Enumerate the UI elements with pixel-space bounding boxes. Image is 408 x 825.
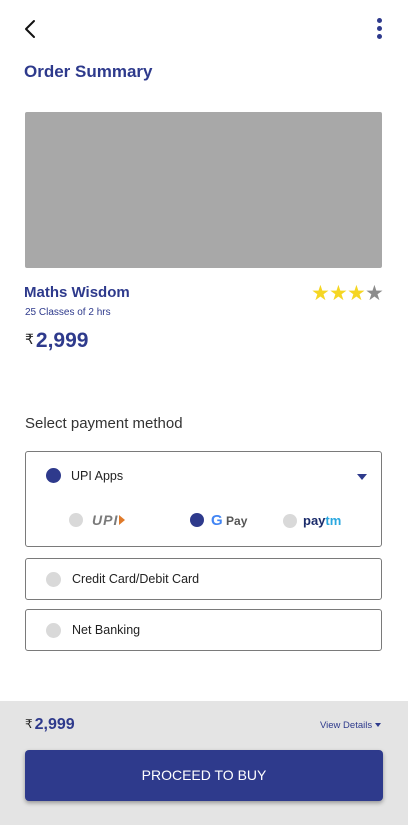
page-title: Order Summary <box>24 62 153 81</box>
card-option-label: Credit Card/Debit Card <box>72 572 200 586</box>
course-subtitle: 25 Classes of 2 hrs <box>25 307 111 318</box>
upi-app-radio[interactable] <box>69 513 83 527</box>
star-icon: ★ <box>365 282 384 305</box>
payment-heading: Select payment method <box>25 415 183 432</box>
kebab-menu-icon[interactable] <box>370 16 388 42</box>
netbanking-radio[interactable] <box>46 623 61 638</box>
paytm-radio[interactable] <box>283 514 297 528</box>
course-name: Maths Wisdom <box>24 284 130 301</box>
currency-symbol: ₹ <box>25 717 33 731</box>
proceed-to-buy-button[interactable]: PROCEED TO BUY <box>25 750 383 801</box>
checkout-footer: ₹2,999 View Details PROCEED TO BUY <box>0 701 408 825</box>
upi-logo: UPI <box>92 512 126 528</box>
view-details-link[interactable]: View Details <box>320 720 382 731</box>
chevron-down-icon <box>375 723 382 727</box>
chevron-left-icon[interactable] <box>20 18 42 40</box>
payment-option-card[interactable]: Credit Card/Debit Card <box>25 558 382 600</box>
gpay-radio[interactable] <box>190 513 204 527</box>
star-icon: ★ <box>329 282 348 305</box>
payment-option-upi[interactable]: UPI Apps UPI G Pay paytm <box>25 451 382 547</box>
card-radio[interactable] <box>46 572 61 587</box>
footer-price: ₹2,999 <box>25 716 75 734</box>
footer-price-value: 2,999 <box>34 716 75 733</box>
paytm-logo: paytm <box>303 513 342 528</box>
upi-option-label: UPI Apps <box>71 469 124 483</box>
star-icon: ★ <box>347 282 366 305</box>
course-thumbnail <box>25 112 382 268</box>
gpay-logo: G Pay <box>211 512 248 529</box>
star-rating: ★ ★ ★ ★ <box>311 282 384 305</box>
top-bar <box>0 0 408 60</box>
payment-option-netbanking[interactable]: Net Banking <box>25 609 382 651</box>
chevron-down-icon[interactable] <box>357 474 367 480</box>
star-icon: ★ <box>311 282 330 305</box>
netbanking-option-label: Net Banking <box>72 623 141 637</box>
upi-radio[interactable] <box>46 468 61 483</box>
currency-symbol: ₹ <box>25 331 34 347</box>
price-value: 2,999 <box>35 329 89 352</box>
course-price: ₹2,999 <box>25 329 88 353</box>
